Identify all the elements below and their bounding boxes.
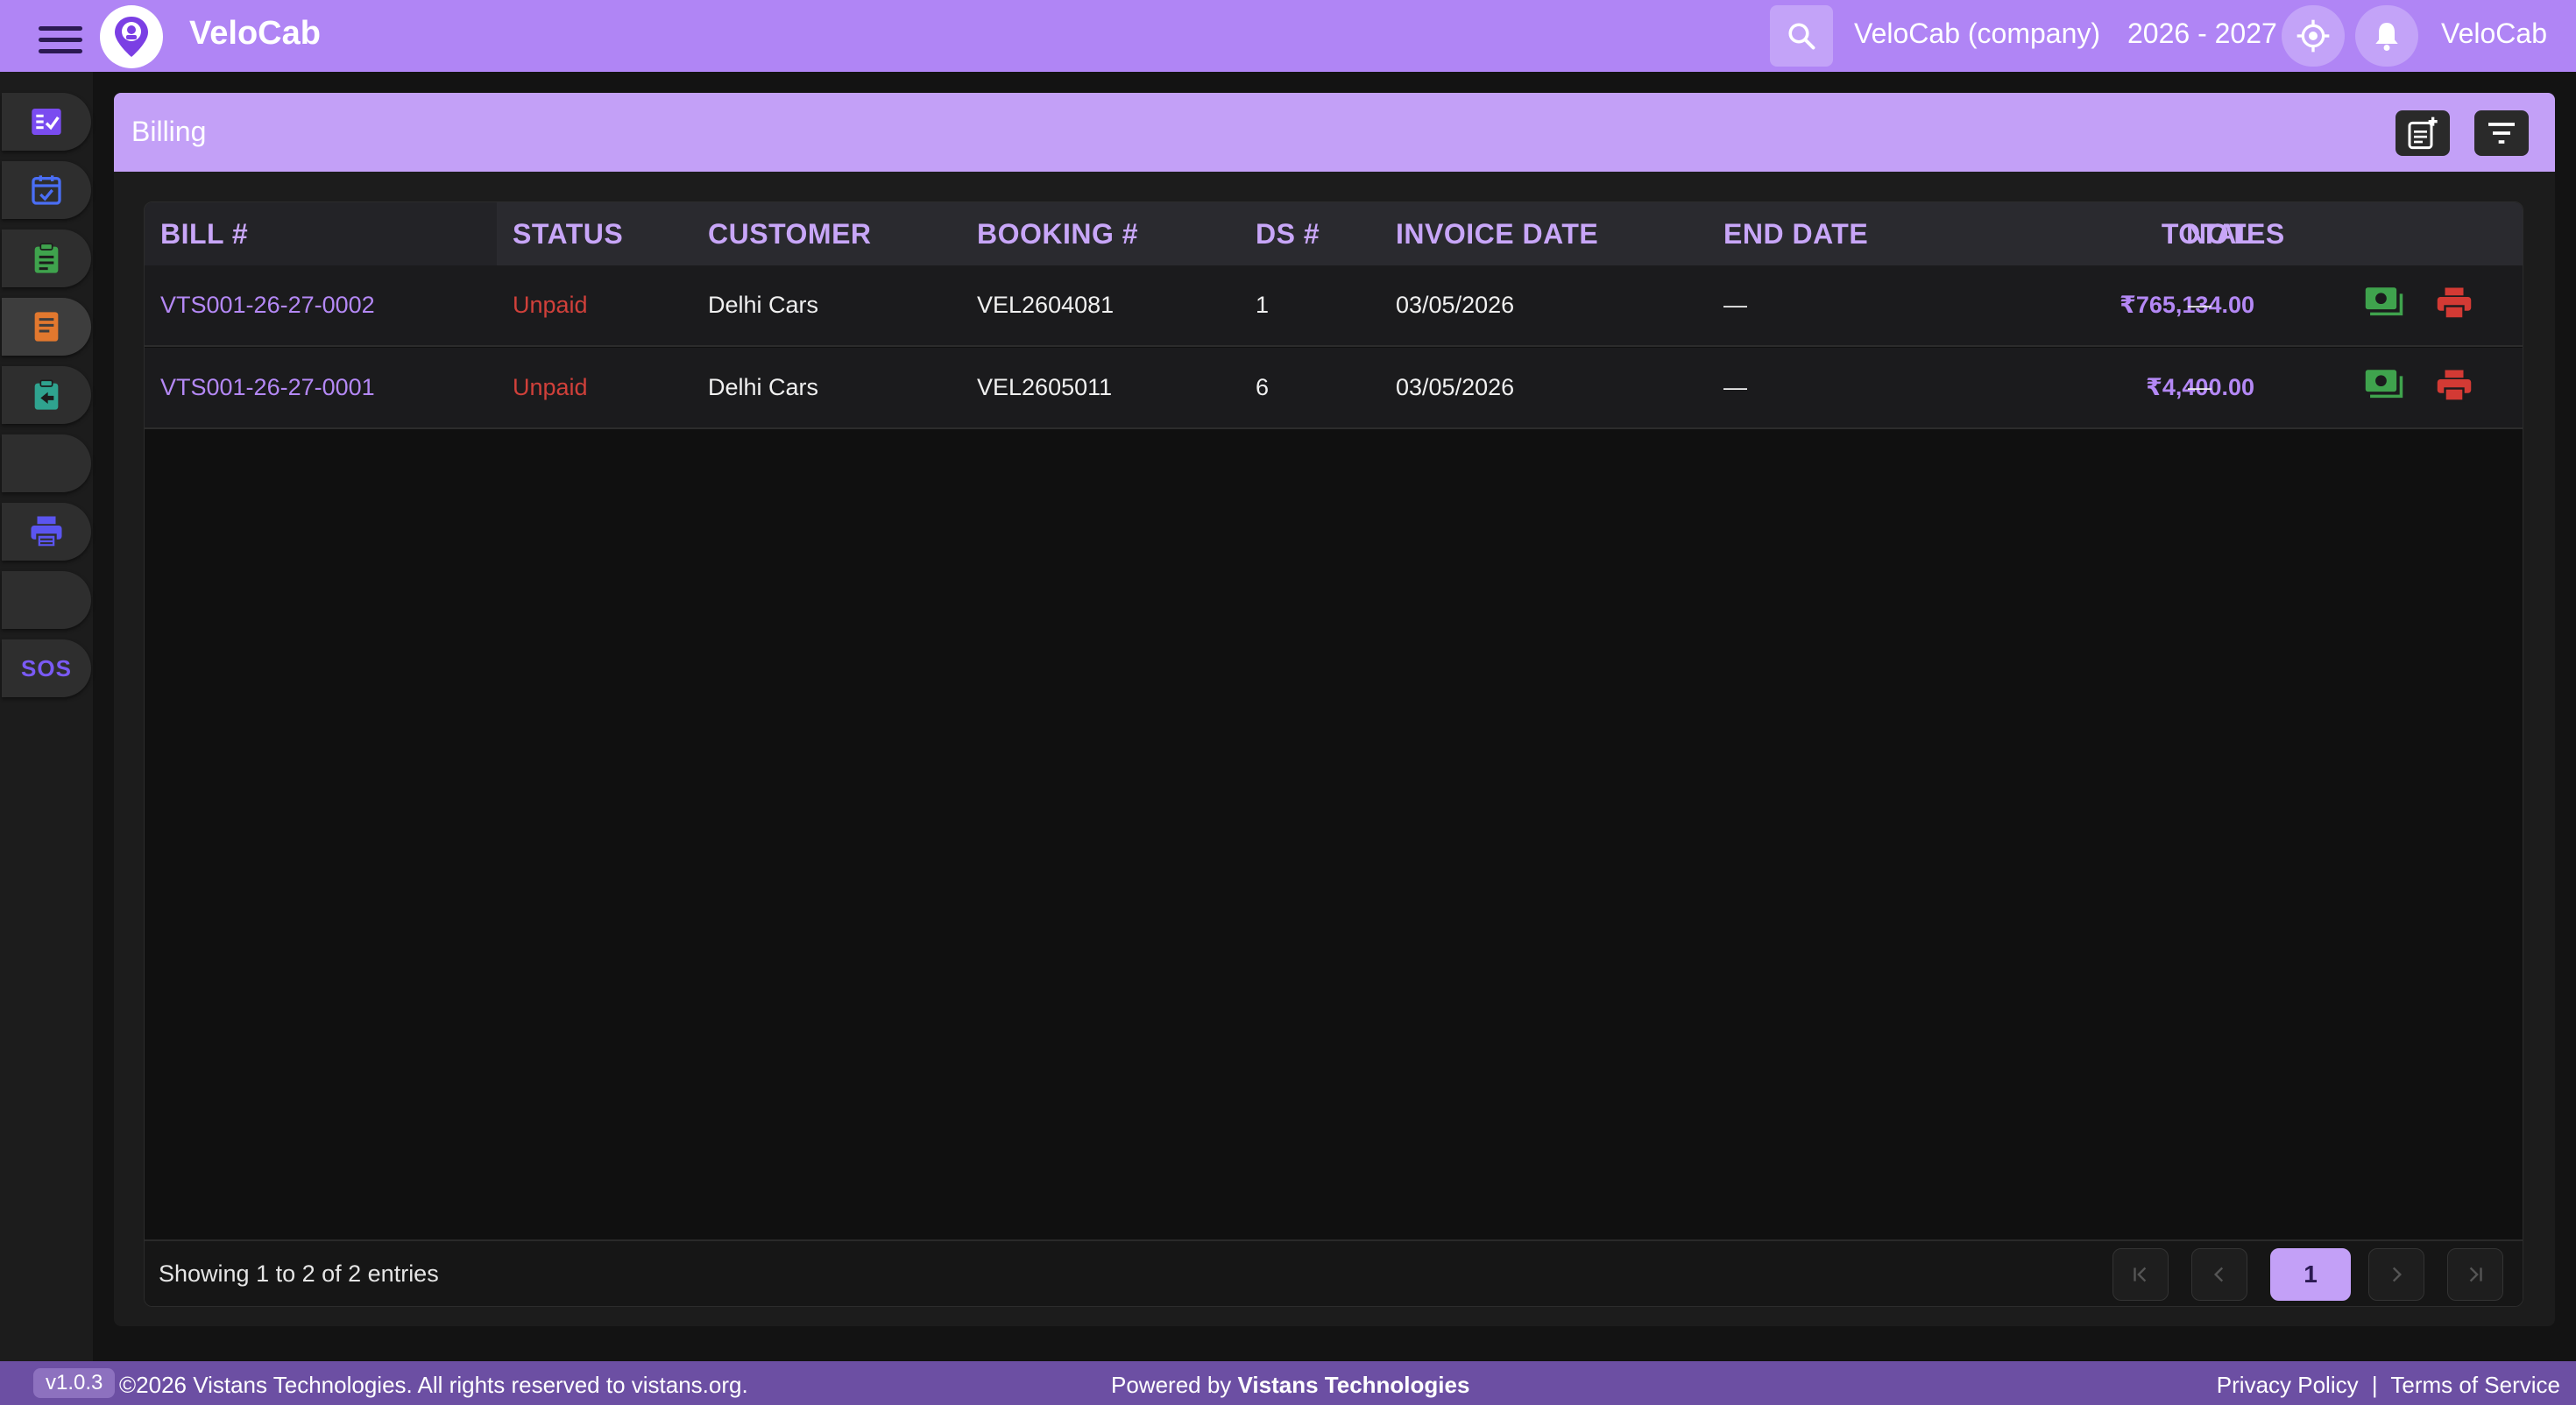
sidebar-item-blank-2[interactable]	[2, 571, 91, 629]
powered-by: Powered by Vistans Technologies	[1111, 1372, 1469, 1399]
status-badge: Unpaid	[513, 374, 588, 400]
filter-button[interactable]	[2474, 110, 2529, 156]
sidebar-item-blank-1[interactable]	[2, 434, 91, 492]
page-title: Billing	[131, 116, 207, 147]
top-bar: VeloCab VeloCab (company) 2026 - 2027 Ve…	[0, 0, 2576, 72]
table-header: BILL # STATUS CUSTOMER BOOKING # DS # IN…	[145, 202, 2523, 265]
sidebar-item-returns[interactable]	[2, 366, 91, 424]
hamburger-menu-icon[interactable]	[39, 26, 82, 56]
notes-cell: —	[2188, 292, 2212, 318]
page-1-button[interactable]: 1	[2270, 1248, 2351, 1301]
clipboard-back-icon	[34, 379, 59, 410]
fiscal-year-selector[interactable]: 2026 - 2027	[2127, 18, 2277, 50]
column-header-invoice-date[interactable]: INVOICE DATE	[1396, 218, 1598, 251]
calendar-check-icon	[32, 175, 61, 205]
sidebar-item-calendar[interactable]	[2, 161, 91, 219]
notifications-button[interactable]	[2355, 5, 2418, 67]
total-cell: ₹765,134.00	[2120, 292, 2254, 318]
copyright-text: ©2026 Vistans Technologies. All rights r…	[119, 1372, 748, 1398]
booking-cell: VEL2604081	[977, 292, 1115, 318]
printer-icon	[2437, 370, 2472, 402]
page-footer: v1.0.3 ©2026 Vistans Technologies. All r…	[0, 1361, 2576, 1405]
column-header-customer[interactable]: CUSTOMER	[708, 218, 872, 251]
privacy-policy-link[interactable]: Privacy Policy	[2217, 1372, 2359, 1398]
bell-icon	[2375, 23, 2398, 51]
bill-number-link[interactable]: VTS001-26-27-0001	[160, 374, 375, 401]
filter-icon	[2488, 123, 2515, 144]
search-icon	[1788, 23, 1815, 50]
chevron-right-icon	[2392, 1267, 2403, 1282]
clipboard-icon	[34, 243, 59, 273]
add-bill-button[interactable]	[2396, 110, 2450, 156]
first-page-icon	[2134, 1267, 2147, 1282]
column-header-end-date[interactable]: END DATE	[1723, 218, 1868, 251]
money-icon	[2365, 287, 2403, 316]
billing-card: Billing BILL # STATUS CUSTOMER BOOKING #…	[114, 93, 2555, 1326]
side-rail: SOS	[0, 72, 93, 1361]
locate-button[interactable]	[2282, 5, 2345, 67]
column-header-bill[interactable]: BILL #	[160, 218, 248, 251]
table-row: VTS001-26-27-0001 Unpaid Delhi Cars VEL2…	[145, 348, 2523, 429]
previous-page-button[interactable]	[2191, 1248, 2247, 1301]
booking-cell: VEL2605011	[977, 374, 1113, 400]
powered-by-prefix: Powered by	[1111, 1372, 1232, 1398]
money-icon	[2365, 370, 2403, 399]
last-page-icon	[2469, 1267, 2482, 1282]
sidebar-item-print[interactable]	[2, 503, 91, 561]
notes-cell: —	[2188, 374, 2212, 400]
first-page-button[interactable]	[2112, 1248, 2169, 1301]
last-page-button[interactable]	[2447, 1248, 2503, 1301]
ds-cell: 6	[1256, 374, 1270, 400]
sidebar-item-billing[interactable]	[2, 298, 91, 356]
sidebar-item-sos[interactable]: SOS	[2, 639, 91, 697]
record-payment-button[interactable]	[2361, 365, 2407, 406]
company-selector[interactable]: VeloCab (company)	[1854, 18, 2100, 50]
customer-cell: Delhi Cars	[708, 292, 819, 318]
print-bill-button[interactable]	[2431, 283, 2477, 323]
add-document-icon	[2408, 116, 2438, 150]
status-badge: Unpaid	[513, 292, 588, 318]
column-header-booking[interactable]: BOOKING #	[977, 218, 1138, 251]
table-footer: Showing 1 to 2 of 2 entries 1	[145, 1239, 2523, 1306]
terms-of-service-link[interactable]: Terms of Service	[2390, 1372, 2560, 1398]
sidebar-item-clipboard[interactable]	[2, 229, 91, 287]
brand-name: VeloCab	[189, 15, 321, 52]
billing-table: BILL # STATUS CUSTOMER BOOKING # DS # IN…	[144, 201, 2523, 1307]
column-header-ds[interactable]: DS #	[1256, 218, 1320, 251]
legal-links: Privacy Policy | Terms of Service	[2217, 1372, 2560, 1399]
record-payment-button[interactable]	[2361, 283, 2407, 323]
location-pin-icon	[115, 17, 148, 57]
powered-by-company: Vistans Technologies	[1237, 1372, 1470, 1398]
print-bill-button[interactable]	[2431, 365, 2477, 406]
chevron-left-icon	[2213, 1267, 2224, 1282]
sidebar-item-tasks[interactable]	[2, 93, 91, 151]
ds-cell: 1	[1256, 292, 1270, 318]
crosshair-icon	[2296, 19, 2330, 53]
legal-separator: |	[2371, 1372, 2378, 1398]
table-row: VTS001-26-27-0002 Unpaid Delhi Cars VEL2…	[145, 265, 2523, 347]
next-page-button[interactable]	[2368, 1248, 2424, 1301]
total-cell: ₹4,400.00	[2146, 374, 2254, 400]
card-header: Billing	[114, 93, 2555, 172]
bill-number-link[interactable]: VTS001-26-27-0002	[160, 292, 375, 319]
invoice-date-cell: 03/05/2026	[1396, 292, 1515, 318]
receipt-icon	[34, 312, 59, 342]
invoice-date-cell: 03/05/2026	[1396, 374, 1515, 400]
user-menu[interactable]: VeloCab	[2441, 18, 2547, 50]
checklist-icon	[32, 109, 61, 135]
version-badge: v1.0.3	[33, 1368, 116, 1398]
customer-cell: Delhi Cars	[708, 374, 819, 400]
column-header-status[interactable]: STATUS	[513, 218, 623, 251]
end-date-cell: —	[1723, 374, 1747, 400]
column-header-notes[interactable]: NOTES	[2186, 218, 2285, 251]
printer-icon	[31, 516, 62, 548]
entries-summary: Showing 1 to 2 of 2 entries	[159, 1260, 439, 1287]
velocab-logo	[100, 5, 163, 68]
sos-label: SOS	[21, 654, 72, 681]
end-date-cell: —	[1723, 292, 1747, 318]
search-button[interactable]	[1770, 5, 1833, 67]
printer-icon	[2437, 287, 2472, 320]
